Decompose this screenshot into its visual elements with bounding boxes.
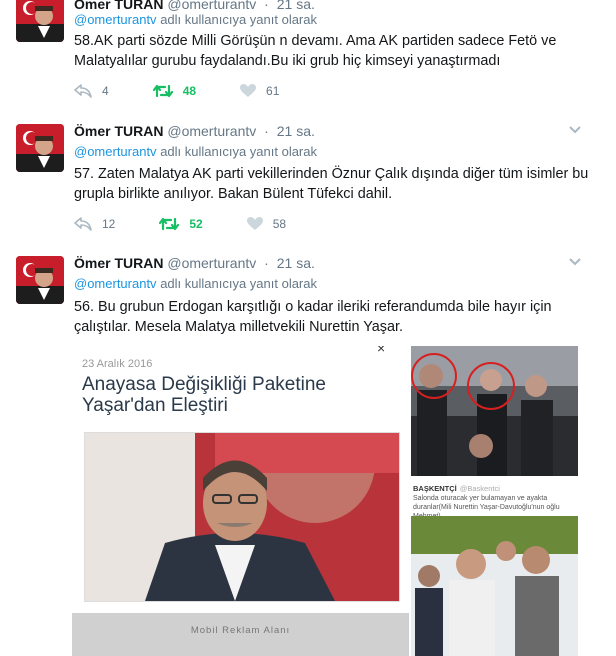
reply-suffix: adlı kullanıcıya yanıt olarak [160, 12, 317, 27]
tweet-header: Ömer TURAN @omerturantv · 21 sa. [74, 0, 315, 12]
like-button[interactable]: 58 [246, 217, 287, 231]
tweet-media[interactable]: × 23 Aralık 2016 Anayasa Değişikliği Pak… [72, 346, 578, 656]
like-button[interactable]: 61 [240, 84, 279, 98]
avatar[interactable] [16, 256, 64, 304]
reply-handle-link[interactable]: @omerturantv [74, 276, 157, 291]
author-name[interactable]: Ömer TURAN [74, 123, 163, 139]
heart-icon [246, 217, 263, 230]
tweet-58[interactable]: Ömer TURAN @omerturantv · 21 sa. @omertu… [0, 0, 616, 113]
retweet-count: 48 [182, 84, 197, 98]
reply-handle-link[interactable]: @omerturantv [74, 144, 157, 159]
separator-dot: · [264, 123, 269, 139]
heart-icon [240, 84, 257, 97]
chevron-down-icon[interactable] [568, 123, 582, 137]
like-count: 58 [272, 217, 287, 231]
tweet-header: Ömer TURAN @omerturantv · 21 sa. [74, 255, 315, 271]
tweet-header: Ömer TURAN @omerturantv · 21 sa. [74, 123, 315, 139]
author-name[interactable]: Ömer TURAN [74, 0, 163, 12]
author-handle[interactable]: @omerturantv [167, 0, 256, 12]
reply-suffix: adlı kullanıcıya yanıt olarak [160, 276, 317, 291]
separator-dot: · [264, 0, 269, 12]
close-icon[interactable]: × [377, 346, 385, 356]
article-photo [84, 432, 400, 602]
group-photo[interactable] [411, 346, 578, 476]
reply-context: @omerturantv adlı kullanıcıya yanıt olar… [74, 144, 317, 159]
ad-banner[interactable]: Mobil Reklam Alanı [72, 613, 409, 656]
retweet-icon [159, 217, 180, 231]
news-article-image[interactable]: × 23 Aralık 2016 Anayasa Değişikliği Pak… [72, 346, 409, 656]
reply-handle-link[interactable]: @omerturantv [74, 12, 157, 27]
tweet-time[interactable]: 21 sa. [277, 123, 315, 139]
reply-count: 4 [102, 84, 109, 98]
tweet-text: 58.AK parti sözde Milli Görüşün n devamı… [74, 33, 557, 69]
tweet-time[interactable]: 21 sa. [277, 255, 315, 271]
tweet-text: 57. Zaten Malatya AK parti vekillerinden… [74, 166, 589, 202]
author-handle[interactable]: @omerturantv [167, 123, 256, 139]
reply-context: @omerturantv adlı kullanıcıya yanıt olar… [74, 12, 317, 27]
reply-button[interactable]: 4 [74, 84, 109, 98]
chevron-down-icon[interactable] [568, 255, 582, 269]
reply-context: @omerturantv adlı kullanıcıya yanıt olar… [74, 276, 317, 291]
tweet-text: 56. Bu grubun Erdogan karşıtlığı o kadar… [74, 299, 552, 335]
retweet-button[interactable]: 52 [159, 217, 203, 231]
reply-suffix: adlı kullanıcıya yanıt olarak [160, 144, 317, 159]
tweet-57[interactable]: Ömer TURAN @omerturantv · 21 sa. @omertu… [0, 112, 616, 246]
tweet-actions: 4 48 61 [74, 81, 323, 101]
author-name[interactable]: Ömer TURAN [74, 255, 163, 271]
photo-caption: BAŞKENTÇİ @Baskentci Salonda oturacak yer… [411, 480, 578, 520]
author-handle[interactable]: @omerturantv [167, 255, 256, 271]
ad-label: Mobil Reklam Alanı [190, 625, 291, 636]
retweet-button[interactable]: 48 [152, 84, 197, 98]
avatar[interactable] [16, 124, 64, 172]
reply-button[interactable]: 12 [74, 217, 115, 231]
caption-brand: BAŞKENTÇİ @Baskentci [413, 484, 500, 493]
tweet-actions: 12 52 58 [74, 214, 330, 234]
separator-dot: · [264, 255, 269, 271]
tweet-feed: Ömer TURAN @omerturantv · 21 sa. @omertu… [0, 0, 616, 656]
tweet-time[interactable]: 21 sa. [277, 0, 315, 12]
reply-icon [74, 217, 92, 231]
avatar[interactable] [16, 0, 64, 42]
reply-count: 12 [102, 217, 116, 231]
article-date: 23 Aralık 2016 [82, 358, 153, 370]
like-count: 61 [266, 84, 280, 98]
retweet-count: 52 [189, 217, 203, 231]
retweet-icon [152, 84, 173, 98]
crowd-photo[interactable] [411, 516, 578, 656]
article-title: Anayasa Değişikliği Paketine Yaşar'dan E… [82, 374, 326, 416]
reply-icon [74, 84, 92, 98]
